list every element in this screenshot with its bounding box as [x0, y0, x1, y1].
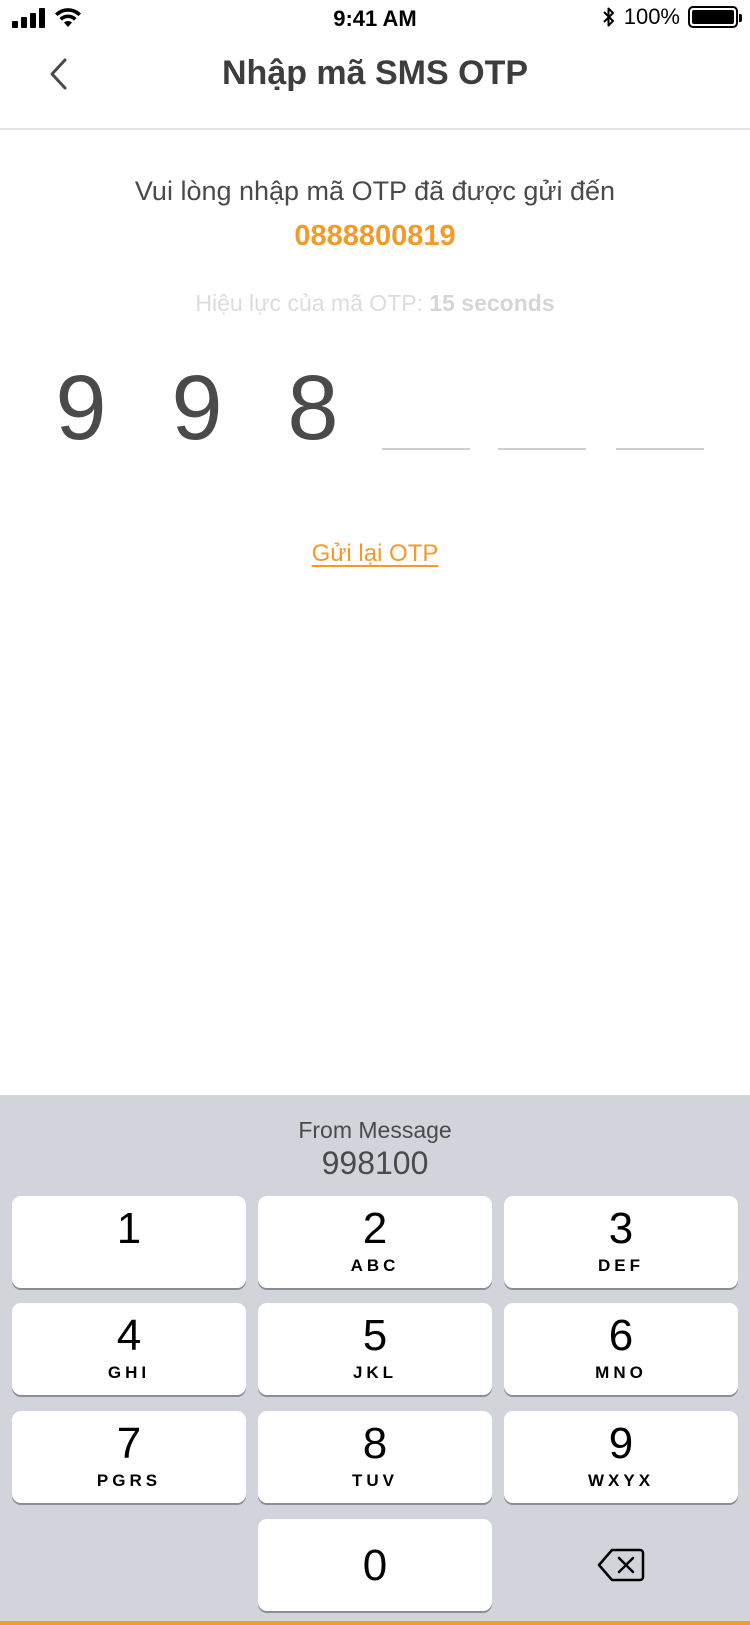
otp-digit: 8 — [287, 357, 339, 459]
page-title: Nhập mã SMS OTP — [221, 54, 529, 92]
bluetooth-icon — [603, 7, 614, 27]
nav-bar: Nhập mã SMS OTP — [0, 40, 750, 130]
key-number: 5 — [362, 1311, 388, 1360]
key-number: 0 — [362, 1541, 388, 1590]
otp-slot-4[interactable] — [382, 360, 472, 456]
key-letters: TUV — [352, 1471, 398, 1490]
key-number: 4 — [116, 1311, 142, 1360]
otp-slot-6[interactable] — [616, 360, 706, 456]
suggestion-code[interactable]: 998100 — [0, 1145, 750, 1182]
key-8[interactable]: 8 TUV — [258, 1411, 492, 1503]
key-number: 9 — [608, 1419, 634, 1468]
otp-screen: 9:41 AM 100% Nhập mã SMS OTP Vui lòng nh… — [0, 0, 750, 1625]
key-3[interactable]: 3 DEF — [504, 1196, 738, 1288]
otp-digit: 9 — [171, 357, 223, 459]
key-2[interactable]: 2 ABC — [258, 1196, 492, 1288]
otp-slot-5[interactable] — [498, 360, 588, 456]
key-4[interactable]: 4 GHI — [12, 1303, 246, 1395]
battery-text: 100% — [623, 4, 680, 29]
key-letters: MNO — [595, 1363, 647, 1382]
key-number: 1 — [116, 1204, 142, 1253]
status-right: 100% — [602, 4, 742, 30]
key-number: 2 — [362, 1204, 388, 1253]
otp-slot-1[interactable]: 9 — [36, 360, 126, 456]
key-letters: ABC — [350, 1256, 400, 1275]
resend-otp-link[interactable]: Gửi lại OTP — [312, 540, 439, 567]
key-1[interactable]: 1 — [12, 1196, 246, 1288]
key-letters: WXYX — [587, 1471, 655, 1490]
phone-number: 0888800819 — [294, 220, 456, 252]
otp-slot-3[interactable]: 8 — [268, 360, 358, 456]
key-7[interactable]: 7 PGRS — [12, 1411, 246, 1503]
suggestion-label[interactable]: From Message — [0, 1117, 750, 1144]
otp-input-row[interactable]: 9 9 8 — [36, 360, 716, 460]
validity-value: 15 seconds — [429, 290, 555, 316]
resend-container: Gửi lại OTP — [0, 540, 750, 568]
key-letters: JKL — [352, 1363, 398, 1382]
key-number: 7 — [116, 1419, 142, 1468]
numeric-keyboard: From Message 998100 1 2 ABC 3 DEF 4 GHI … — [0, 1095, 750, 1625]
key-number: 3 — [608, 1204, 634, 1253]
key-6[interactable]: 6 MNO — [504, 1303, 738, 1395]
key-letters: GHI — [107, 1363, 151, 1382]
key-letters: DEF — [598, 1256, 644, 1275]
otp-underline — [382, 448, 470, 450]
key-number: 6 — [608, 1311, 634, 1360]
otp-instruction: Vui lòng nhập mã OTP đã được gửi đến — [134, 176, 616, 206]
battery-fill — [692, 10, 734, 24]
key-9[interactable]: 9 WXYX — [504, 1411, 738, 1503]
key-letters: PGRS — [96, 1471, 162, 1490]
status-bar: 9:41 AM 100% — [0, 0, 750, 40]
key-number: 8 — [362, 1419, 388, 1468]
otp-underline — [616, 448, 704, 450]
validity-label: Hiệu lực của mã OTP: — [195, 290, 423, 316]
otp-validity: Hiệu lực của mã OTP: 15 seconds — [0, 290, 750, 317]
delete-key[interactable] — [504, 1519, 738, 1611]
key-5[interactable]: 5 JKL — [258, 1303, 492, 1395]
otp-digit: 9 — [55, 357, 107, 459]
otp-slot-2[interactable]: 9 — [152, 360, 242, 456]
key-0[interactable]: 0 — [258, 1519, 492, 1611]
bottom-accent-line — [0, 1621, 750, 1625]
otp-underline — [498, 448, 586, 450]
battery-icon — [688, 6, 742, 28]
backspace-icon — [597, 1548, 645, 1582]
